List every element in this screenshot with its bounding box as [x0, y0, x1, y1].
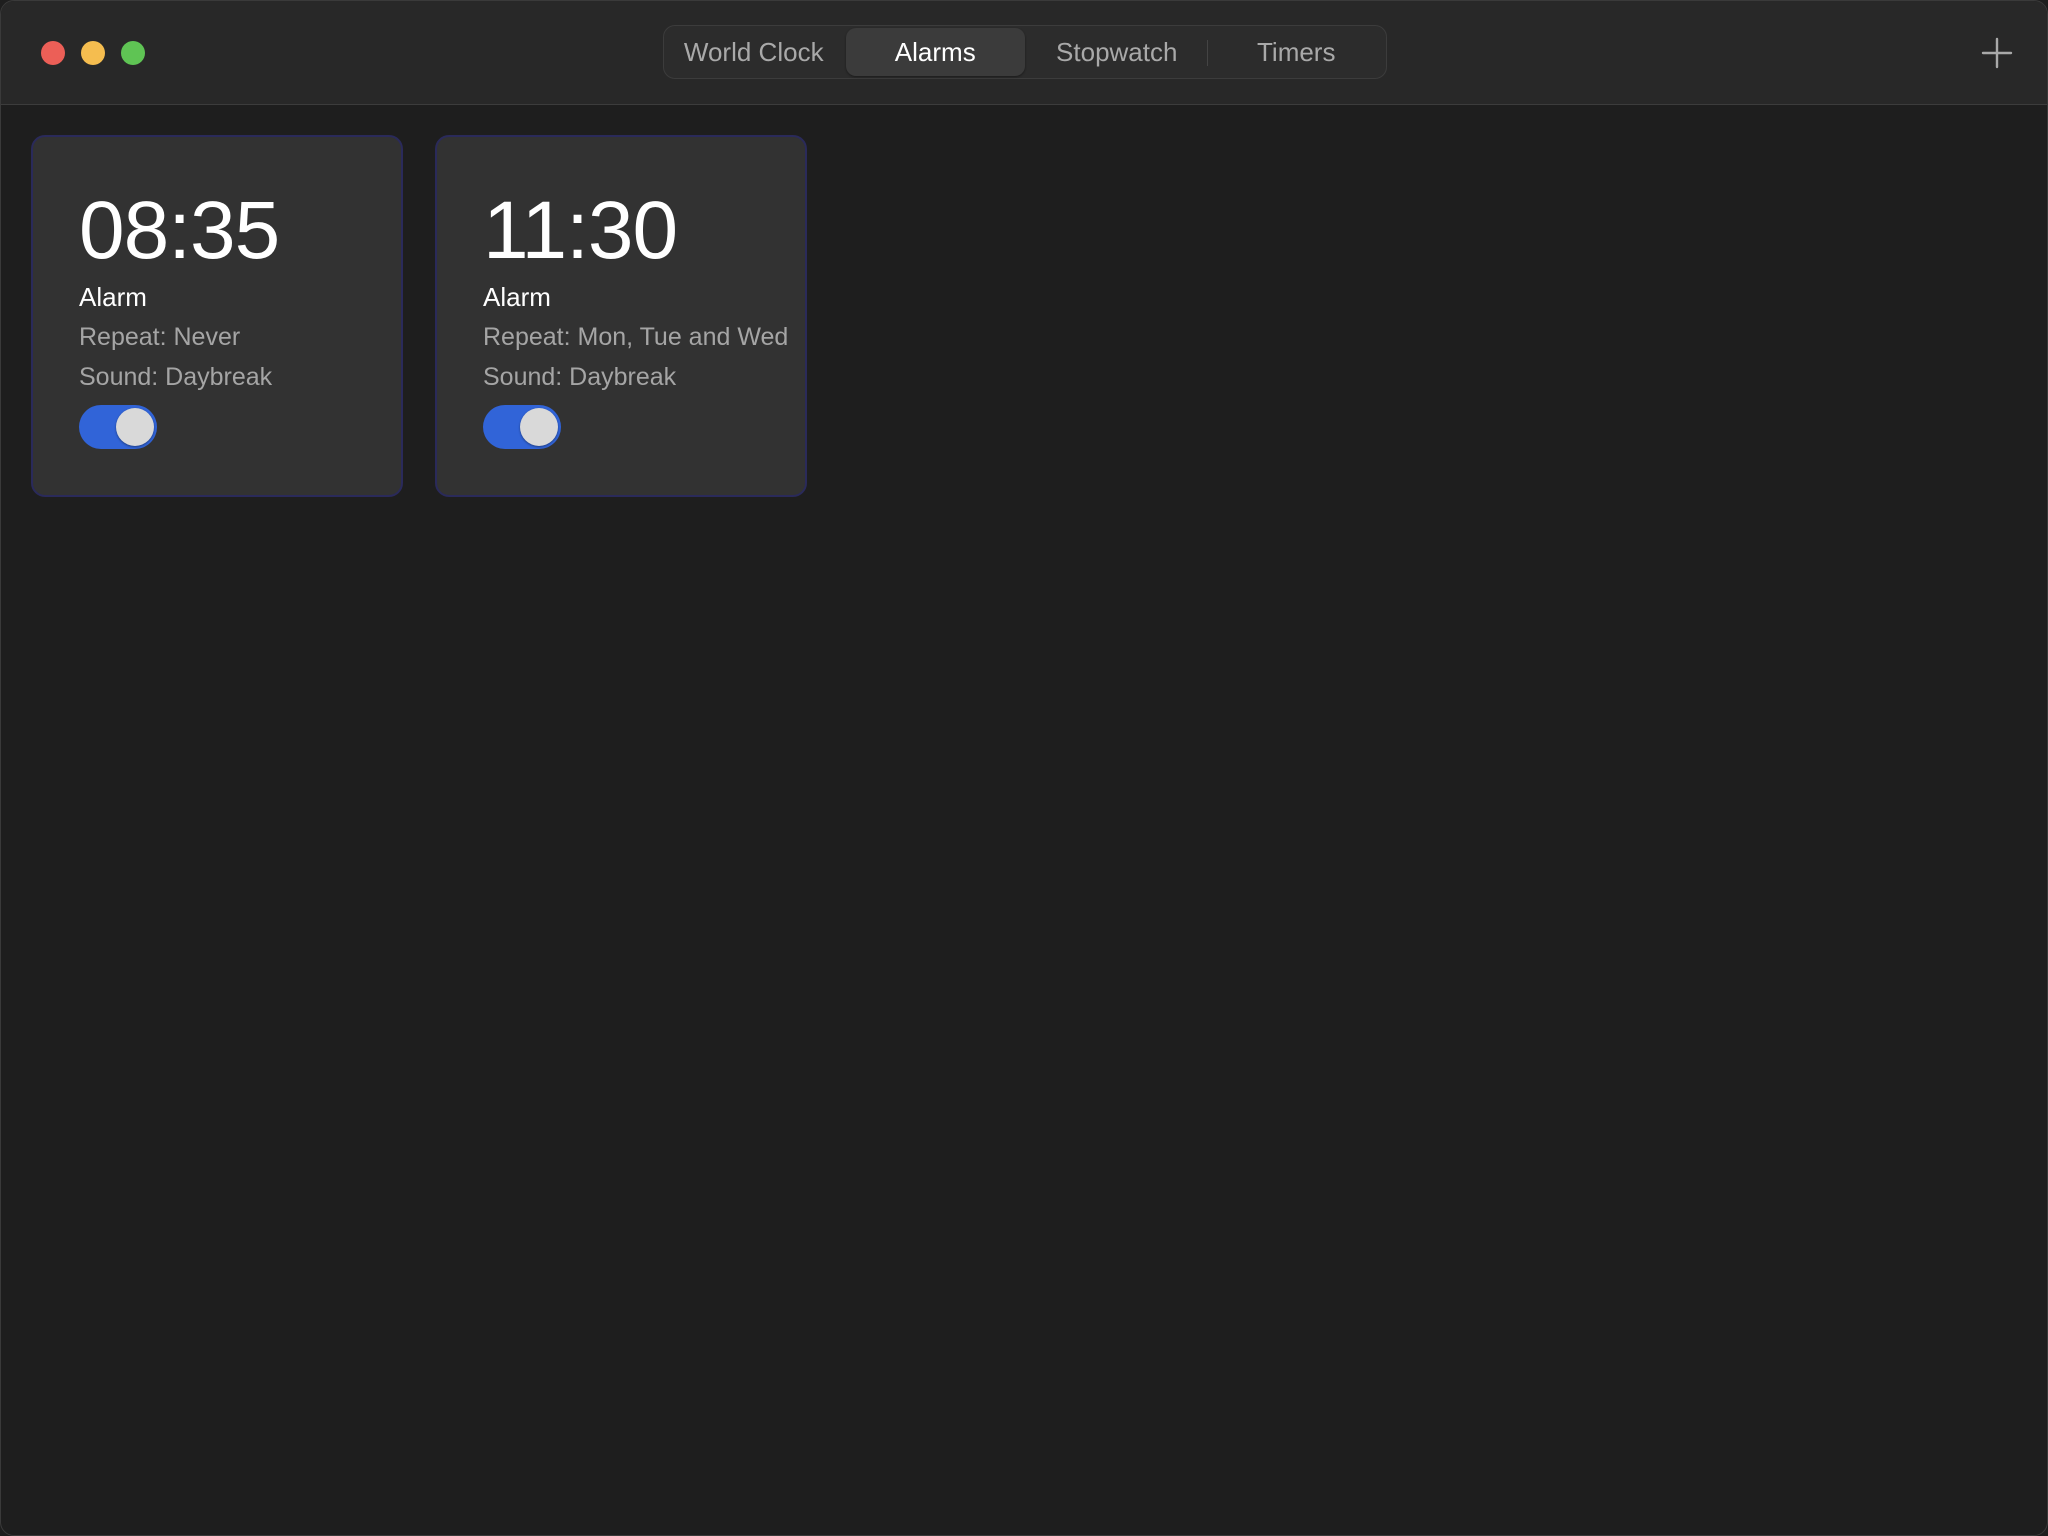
tab-world-clock[interactable]: World Clock [664, 26, 844, 78]
tab-alarms[interactable]: Alarms [845, 28, 1025, 76]
close-window-button[interactable] [41, 41, 65, 65]
alarm-list: 08:35 Alarm Repeat: Never Sound: Daybrea… [31, 135, 807, 497]
alarm-time: 08:35 [79, 185, 280, 276]
add-alarm-button[interactable] [1959, 15, 2035, 91]
view-tabs: World Clock Alarms Stopwatch Timers [663, 25, 1387, 79]
clock-window: World Clock Alarms Stopwatch Timers 08:3… [0, 0, 2048, 1536]
toggle-knob [520, 408, 558, 446]
alarm-time: 11:30 [483, 185, 678, 276]
plus-icon [1981, 37, 2013, 69]
tab-timers[interactable]: Timers [1206, 26, 1387, 78]
alarm-sound: Sound: Daybreak [79, 363, 273, 391]
alarm-toggle[interactable] [483, 405, 561, 449]
title-bar: World Clock Alarms Stopwatch Timers [1, 1, 2047, 105]
alarm-repeat: Repeat: Mon, Tue and Wed [483, 323, 789, 351]
tab-stopwatch[interactable]: Stopwatch [1027, 26, 1207, 78]
alarm-repeat: Repeat: Never [79, 323, 241, 351]
alarm-card[interactable]: 11:30 Alarm Repeat: Mon, Tue and Wed Sou… [435, 135, 807, 497]
alarm-label: Alarm [79, 282, 147, 312]
alarm-card[interactable]: 08:35 Alarm Repeat: Never Sound: Daybrea… [31, 135, 403, 497]
alarm-label: Alarm [483, 282, 551, 312]
minimize-window-button[interactable] [81, 41, 105, 65]
alarm-sound: Sound: Daybreak [483, 363, 677, 391]
toggle-knob [116, 408, 154, 446]
zoom-window-button[interactable] [121, 41, 145, 65]
alarm-toggle[interactable] [79, 405, 157, 449]
